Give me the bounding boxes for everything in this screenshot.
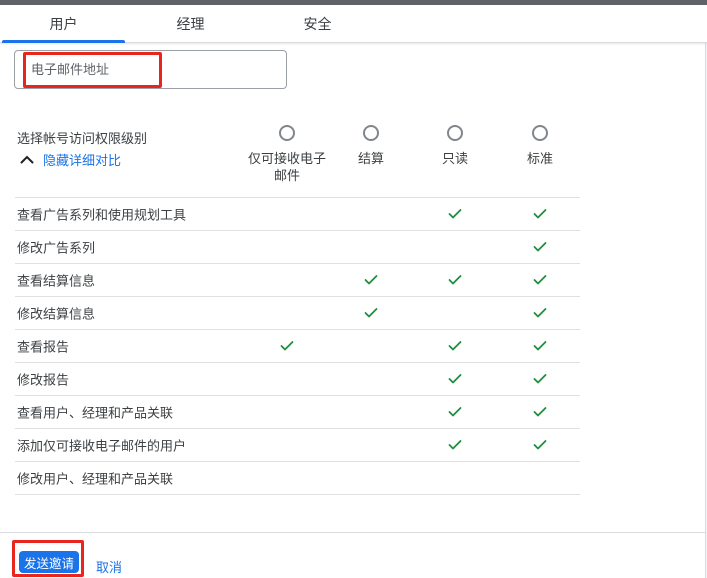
access-level-label: 选择帐号访问权限级别 xyxy=(17,131,148,146)
permission-label: 修改结算信息 xyxy=(17,306,96,322)
radio-label-billing[interactable]: 结算 xyxy=(329,150,413,167)
check-icon xyxy=(533,242,547,253)
tab-label: 经理 xyxy=(176,15,205,32)
radio-read-only[interactable] xyxy=(447,125,463,141)
chevron-up-icon xyxy=(20,155,34,164)
permission-row: 查看广告系列和使用规划工具 xyxy=(15,198,580,231)
check-icon xyxy=(448,209,462,220)
radio-label-read-only[interactable]: 只读 xyxy=(413,150,497,167)
active-tab-underline xyxy=(2,40,125,43)
radio-email-only[interactable] xyxy=(279,125,295,141)
send-invitation-button[interactable]: 发送邀请 xyxy=(19,551,80,573)
footer-divider xyxy=(0,532,707,533)
email-input[interactable] xyxy=(14,50,287,89)
tab-label: 用户 xyxy=(49,15,78,32)
tab-label: 安全 xyxy=(303,15,332,32)
permission-label: 查看报告 xyxy=(17,339,70,355)
permission-label: 添加仅可接收电子邮件的用户 xyxy=(17,438,187,454)
hide-comparison-link[interactable]: 隐藏详细对比 xyxy=(20,150,121,169)
permission-row: 修改报告 xyxy=(15,363,580,396)
permission-label: 修改广告系列 xyxy=(17,240,96,256)
radio-label-standard[interactable]: 标准 xyxy=(498,150,582,167)
permission-label: 修改用户、经理和产品关联 xyxy=(17,471,174,487)
permission-row: 添加仅可接收电子邮件的用户 xyxy=(15,429,580,462)
check-icon xyxy=(364,308,378,319)
check-icon xyxy=(533,374,547,385)
invite-user-panel: 用户经理安全 选择帐号访问权限级别 隐藏详细对比 仅可接收电子邮件结算只读标准 … xyxy=(0,0,707,578)
check-icon xyxy=(533,341,547,352)
permission-row: 查看用户、经理和产品关联 xyxy=(15,396,580,429)
tab-security[interactable]: 安全 xyxy=(254,5,381,42)
radio-label-email-only[interactable]: 仅可接收电子邮件 xyxy=(245,150,329,184)
check-icon xyxy=(448,275,462,286)
check-icon xyxy=(448,440,462,451)
permission-row: 修改结算信息 xyxy=(15,297,580,330)
check-icon xyxy=(533,275,547,286)
check-icon xyxy=(533,209,547,220)
tab-users[interactable]: 用户 xyxy=(0,5,127,43)
radio-billing[interactable] xyxy=(363,125,379,141)
permission-label: 查看广告系列和使用规划工具 xyxy=(17,207,187,223)
check-icon xyxy=(364,275,378,286)
top-border-bar xyxy=(0,0,707,5)
permission-row: 查看报告 xyxy=(15,330,580,363)
radio-standard[interactable] xyxy=(532,125,548,141)
permission-label: 修改报告 xyxy=(17,372,70,388)
check-icon xyxy=(533,440,547,451)
check-icon xyxy=(533,407,547,418)
tab-bar: 用户 经理 安全 xyxy=(0,5,707,43)
hide-comparison-label: 隐藏详细对比 xyxy=(43,153,122,168)
cancel-link[interactable]: 取消 xyxy=(96,557,122,576)
tab-managers[interactable]: 经理 xyxy=(127,5,254,42)
permission-row: 修改广告系列 xyxy=(15,231,580,264)
check-icon xyxy=(448,374,462,385)
permission-row: 修改用户、经理和产品关联 xyxy=(15,462,580,495)
permissions-table: 查看广告系列和使用规划工具 修改广告系列 查看结算信息 修改结算信息 查看报告修改报告查… xyxy=(15,197,580,495)
permission-label: 查看结算信息 xyxy=(17,273,96,289)
permission-label: 查看用户、经理和产品关联 xyxy=(17,405,174,421)
check-icon xyxy=(448,341,462,352)
check-icon xyxy=(533,308,547,319)
check-icon xyxy=(280,341,294,352)
permission-row: 查看结算信息 xyxy=(15,264,580,297)
check-icon xyxy=(448,407,462,418)
